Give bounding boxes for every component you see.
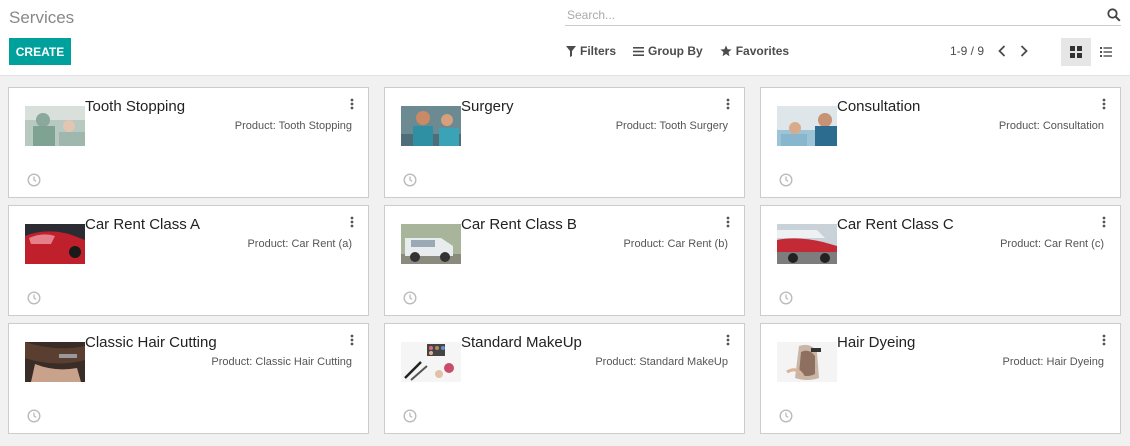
- favorites-button[interactable]: Favorites: [720, 44, 789, 58]
- page-title: Services: [9, 8, 75, 27]
- clock-icon[interactable]: [779, 173, 793, 187]
- card-title: Car Rent Class C: [837, 216, 954, 233]
- clock-icon[interactable]: [779, 291, 793, 305]
- card-image: [25, 106, 85, 146]
- kanban-card[interactable]: Classic Hair Cutting Product: Classic Ha…: [8, 323, 369, 434]
- kebab-menu-icon[interactable]: [726, 98, 730, 110]
- card-title: Hair Dyeing: [837, 334, 916, 351]
- control-panel: Services CREATE Filters Group By Favorit…: [0, 0, 1130, 76]
- card-product: Product: Car Rent (c): [1000, 238, 1104, 250]
- clock-icon[interactable]: [403, 291, 417, 305]
- pager-value[interactable]: 1-9 / 9: [950, 44, 984, 58]
- kanban-card[interactable]: Car Rent Class B Product: Car Rent (b): [384, 205, 745, 316]
- favorites-label: Favorites: [735, 44, 790, 58]
- create-button[interactable]: CREATE: [9, 38, 71, 65]
- filter-icon: [566, 45, 576, 57]
- kanban-view-button[interactable]: [1061, 38, 1091, 66]
- card-product: Product: Tooth Surgery: [615, 120, 728, 132]
- card-image: [25, 342, 85, 382]
- card-image: [401, 106, 461, 146]
- kanban-card[interactable]: Tooth Stopping Product: Tooth Stopping: [8, 87, 369, 198]
- clock-icon[interactable]: [27, 291, 41, 305]
- group-by-label: Group By: [648, 44, 703, 58]
- card-image: [25, 224, 85, 264]
- search-options: Filters Group By Favorites: [566, 44, 789, 58]
- card-title: Car Rent Class B: [461, 216, 577, 233]
- search-icon[interactable]: [1107, 8, 1121, 22]
- clock-icon[interactable]: [403, 173, 417, 187]
- card-product: Product: Hair Dyeing: [1002, 356, 1105, 368]
- card-title: Classic Hair Cutting: [85, 334, 217, 351]
- clock-icon[interactable]: [27, 173, 41, 187]
- filters-button[interactable]: Filters: [566, 44, 616, 58]
- pager: 1-9 / 9: [950, 44, 1028, 58]
- filters-label: Filters: [580, 44, 617, 58]
- card-image: [777, 106, 837, 146]
- card-title: Surgery: [461, 98, 514, 115]
- kanban-card[interactable]: Standard MakeUp Product: Standard MakeUp: [384, 323, 745, 434]
- group-by-button[interactable]: Group By: [633, 44, 703, 58]
- chevron-left-icon[interactable]: [998, 45, 1006, 57]
- card-product: Product: Car Rent (a): [247, 238, 352, 250]
- card-title: Tooth Stopping: [85, 98, 186, 115]
- kanban-card[interactable]: Hair Dyeing Product: Hair Dyeing: [760, 323, 1121, 434]
- card-product: Product: Consultation: [998, 120, 1104, 132]
- card-title: Standard MakeUp: [461, 334, 582, 351]
- list-bars-icon: [633, 46, 645, 56]
- kebab-menu-icon[interactable]: [350, 334, 354, 346]
- card-image: [401, 342, 461, 382]
- card-title: Consultation: [837, 98, 921, 115]
- clock-icon[interactable]: [27, 409, 41, 423]
- kebab-menu-icon[interactable]: [726, 334, 730, 346]
- kanban-card[interactable]: Consultation Product: Consultation: [760, 87, 1121, 198]
- view-switcher: [1061, 38, 1121, 66]
- card-product: Product: Car Rent (b): [623, 238, 728, 250]
- kanban-grid-icon: [1070, 46, 1082, 58]
- kebab-menu-icon[interactable]: [350, 216, 354, 228]
- star-icon: [720, 45, 732, 57]
- card-product: Product: Standard MakeUp: [595, 356, 728, 368]
- kebab-menu-icon[interactable]: [1102, 216, 1106, 228]
- card-product: Product: Classic Hair Cutting: [211, 356, 352, 368]
- card-title: Car Rent Class A: [85, 216, 201, 233]
- search-input[interactable]: [565, 6, 1095, 24]
- search-bar: [565, 6, 1121, 26]
- kebab-menu-icon[interactable]: [1102, 98, 1106, 110]
- clock-icon[interactable]: [403, 409, 417, 423]
- kebab-menu-icon[interactable]: [726, 216, 730, 228]
- kebab-menu-icon[interactable]: [350, 98, 354, 110]
- list-icon: [1100, 47, 1112, 57]
- clock-icon[interactable]: [779, 409, 793, 423]
- kanban-card[interactable]: Car Rent Class C Product: Car Rent (c): [760, 205, 1121, 316]
- kebab-menu-icon[interactable]: [1102, 334, 1106, 346]
- kanban-card[interactable]: Car Rent Class A Product: Car Rent (a): [8, 205, 369, 316]
- card-image: [777, 342, 837, 382]
- card-image: [401, 224, 461, 264]
- kanban-card[interactable]: Surgery Product: Tooth Surgery: [384, 87, 745, 198]
- card-image: [777, 224, 837, 264]
- card-product: Product: Tooth Stopping: [234, 120, 352, 132]
- chevron-right-icon[interactable]: [1020, 45, 1028, 57]
- list-view-button[interactable]: [1091, 38, 1121, 66]
